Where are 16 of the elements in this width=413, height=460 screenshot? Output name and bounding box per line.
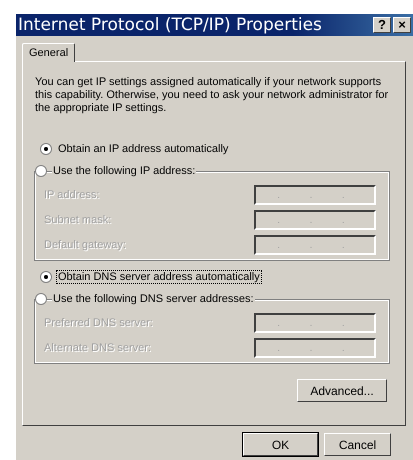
radio-label[interactable]: Use the following DNS server addresses: (52, 293, 255, 305)
radio-button[interactable] (40, 271, 52, 283)
description-text: You can get IP settings assigned automatically if your network supports this capability. Otherwise, you need to ask your network administrator for the appropriate IP settings. (35, 76, 390, 115)
radio-button[interactable] (35, 293, 47, 305)
dialog-button[interactable]: Cancel (324, 433, 391, 456)
radio-button[interactable] (40, 143, 52, 155)
close-button[interactable]: × (393, 17, 411, 33)
radio-button[interactable] (35, 165, 47, 177)
dialog-button[interactable]: OK (243, 433, 318, 456)
advanced-button[interactable]: Advanced... (297, 379, 387, 402)
radio-label[interactable]: Obtain DNS server address automatically (57, 271, 261, 283)
help-button[interactable]: ? (373, 17, 391, 33)
tab[interactable]: General (22, 43, 76, 62)
radio-label[interactable]: Obtain an IP address automatically (57, 143, 230, 155)
radio-label[interactable]: Use the following IP address: (52, 165, 196, 177)
window-title: Internet Protocol (TCP/IP) Properties (18, 15, 323, 35)
